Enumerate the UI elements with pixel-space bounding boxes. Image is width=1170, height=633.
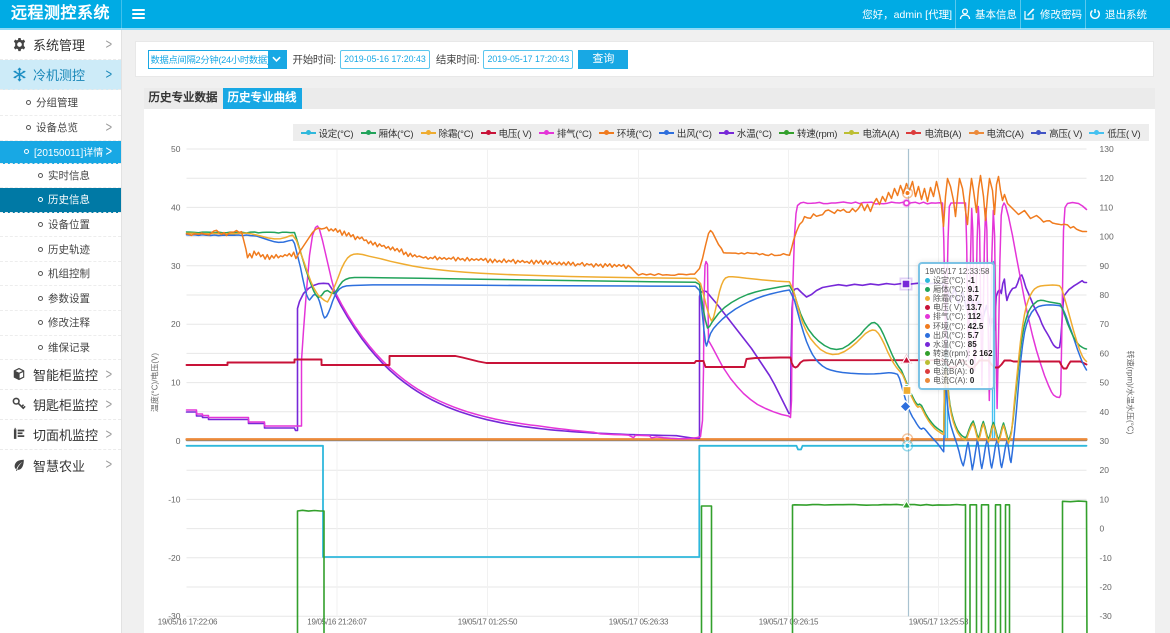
svg-text:50: 50	[1099, 377, 1109, 387]
svg-text:20: 20	[1099, 465, 1109, 475]
svg-text:40: 40	[1099, 406, 1109, 416]
svg-text:100: 100	[1099, 231, 1113, 241]
svg-text:60: 60	[1099, 348, 1109, 358]
svg-text:110: 110	[1099, 202, 1113, 212]
svg-text:10: 10	[171, 377, 181, 387]
svg-text:19/05/17 13:25:53: 19/05/17 13:25:53	[908, 617, 968, 626]
svg-text:90: 90	[1099, 260, 1109, 270]
svg-text:50: 50	[171, 144, 181, 154]
svg-text:0: 0	[175, 436, 180, 446]
svg-text:-20: -20	[1099, 582, 1112, 592]
svg-text:-30: -30	[1099, 611, 1112, 621]
svg-text:19/05/17 01:25:50: 19/05/17 01:25:50	[457, 617, 517, 626]
svg-text:19/05/17 09:26:15: 19/05/17 09:26:15	[758, 617, 818, 626]
svg-text:20: 20	[171, 319, 181, 329]
svg-text:19/05/17 05:26:33: 19/05/17 05:26:33	[608, 617, 668, 626]
svg-text:130: 130	[1099, 144, 1113, 154]
svg-text:19/05/16 17:22:06: 19/05/16 17:22:06	[157, 617, 217, 626]
svg-text:80: 80	[1099, 290, 1109, 300]
svg-text:温度(°C)/电压(V): 温度(°C)/电压(V)	[149, 352, 159, 412]
svg-text:120: 120	[1099, 173, 1113, 183]
svg-text:-10: -10	[1099, 552, 1112, 562]
svg-text:-20: -20	[168, 552, 181, 562]
svg-text:0: 0	[1099, 523, 1104, 533]
svg-text:10: 10	[1099, 494, 1109, 504]
svg-text:70: 70	[1099, 319, 1109, 329]
svg-text:40: 40	[171, 202, 181, 212]
svg-text:转速(rpm)/水温水压(°C): 转速(rpm)/水温水压(°C)	[1125, 350, 1135, 434]
svg-text:19/05/16 21:26:07: 19/05/16 21:26:07	[307, 617, 367, 626]
svg-text:30: 30	[1099, 436, 1109, 446]
svg-text:30: 30	[171, 260, 181, 270]
svg-text:-10: -10	[168, 494, 181, 504]
